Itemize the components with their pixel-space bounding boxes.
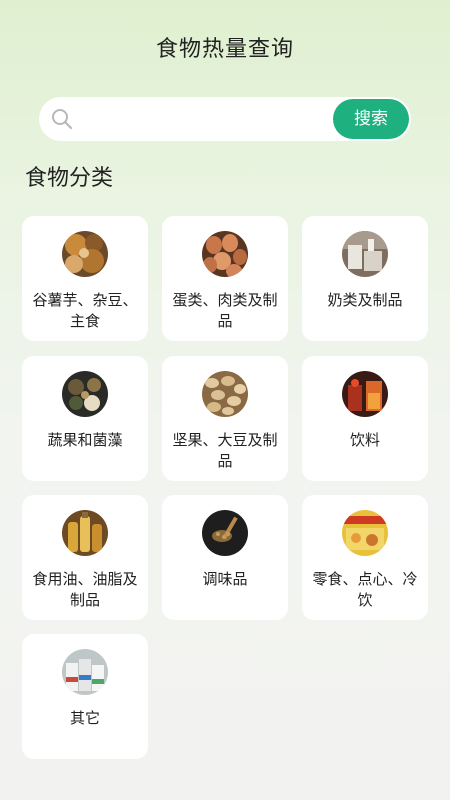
grains-food-photo bbox=[62, 231, 108, 277]
seasoning-photo bbox=[202, 510, 248, 556]
category-card-nuts[interactable]: 坚果、大豆及制品 bbox=[162, 356, 288, 481]
search-bar: 搜索 bbox=[39, 97, 411, 141]
category-label: 奶类及制品 bbox=[327, 291, 403, 309]
category-label: 坚果、大豆及制品 bbox=[172, 431, 278, 470]
category-card-others[interactable]: 其它 bbox=[22, 634, 148, 759]
category-label: 食用油、油脂及制品 bbox=[32, 570, 138, 609]
search-button[interactable]: 搜索 bbox=[333, 99, 409, 139]
others-photo bbox=[62, 649, 108, 695]
search-input[interactable] bbox=[83, 103, 363, 135]
dairy-photo bbox=[342, 231, 388, 277]
snacks-photo bbox=[342, 510, 388, 556]
page-title: 食物热量查询 bbox=[155, 37, 294, 62]
drinks-photo bbox=[342, 371, 388, 417]
category-label: 蛋类、肉类及制品 bbox=[172, 291, 278, 330]
category-label: 谷薯芋、杂豆、主食 bbox=[32, 291, 138, 330]
section-title: 食物分类 bbox=[25, 166, 114, 191]
oils-photo bbox=[62, 510, 108, 556]
category-label: 饮料 bbox=[349, 431, 380, 449]
category-card-eggs-meat[interactable]: 蛋类、肉类及制品 bbox=[162, 216, 288, 341]
category-card-oils[interactable]: 食用油、油脂及制品 bbox=[22, 495, 148, 620]
category-card-seasoning[interactable]: 调味品 bbox=[162, 495, 288, 620]
eggs-photo bbox=[202, 231, 248, 277]
category-label: 蔬果和菌藻 bbox=[47, 431, 123, 449]
category-card-grains[interactable]: 谷薯芋、杂豆、主食 bbox=[22, 216, 148, 341]
search-icon bbox=[51, 108, 73, 130]
category-card-snacks[interactable]: 零食、点心、冷饮 bbox=[302, 495, 428, 620]
category-label: 零食、点心、冷饮 bbox=[312, 570, 418, 609]
category-card-drinks[interactable]: 饮料 bbox=[302, 356, 428, 481]
category-label: 调味品 bbox=[202, 570, 248, 588]
nuts-photo bbox=[202, 371, 248, 417]
category-label: 其它 bbox=[69, 709, 100, 727]
vegetables-fruits-photo bbox=[62, 371, 108, 417]
category-card-dairy[interactable]: 奶类及制品 bbox=[302, 216, 428, 341]
category-card-vegetables[interactable]: 蔬果和菌藻 bbox=[22, 356, 148, 481]
